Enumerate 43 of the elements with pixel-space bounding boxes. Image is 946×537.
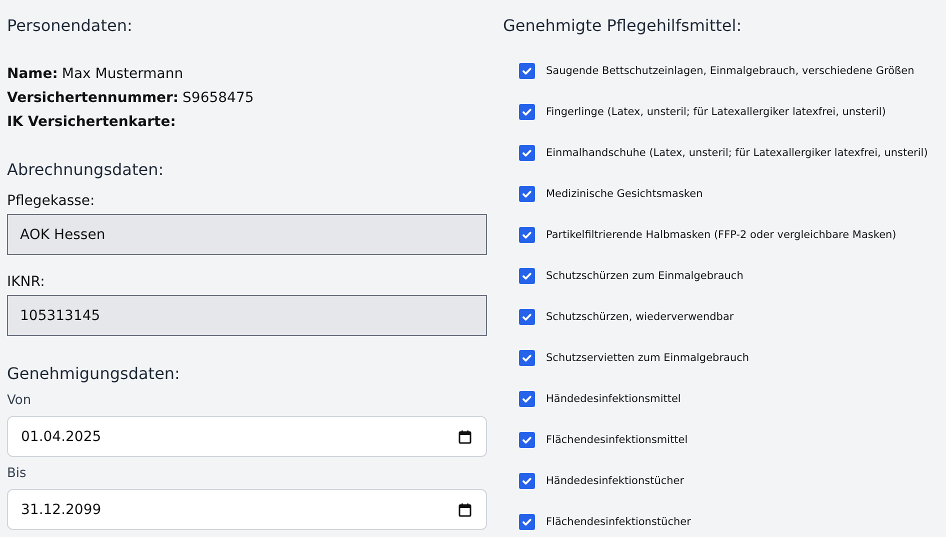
checkbox-label: Einmalhandschuhe (Latex, unsteril; für Latexallergiker latexfrei, unsteril): [546, 146, 928, 158]
field-label: Name:: [7, 66, 58, 82]
field-label: Bis: [7, 465, 26, 483]
field-label: IKNR:: [7, 273, 45, 291]
field-label: Von: [7, 392, 32, 410]
checkbox-label: Saugende Bettschutzeinlagen, Einmalgebrauch, verschiedene Größen: [546, 64, 914, 76]
checkbox[interactable]: [519, 104, 535, 120]
date-field[interactable]: 01.04.2025: [7, 416, 487, 457]
checkbox-label: Flächendesinfektionstücher: [546, 516, 691, 528]
checkbox[interactable]: [519, 308, 535, 324]
checkbox[interactable]: [519, 472, 535, 488]
field-value: S9658475: [182, 90, 254, 106]
checkbox[interactable]: [519, 186, 535, 202]
checkbox-label: Fingerlinge (Latex, unsteril; für Latexallergiker latexfrei, unsteril): [546, 106, 886, 118]
section-heading: Personendaten:: [7, 16, 132, 36]
checkbox-label: Händedesinfektionstücher: [546, 474, 684, 486]
field-label: Versichertennummer:: [7, 90, 179, 106]
checkbox-label: Schutzschürzen zum Einmalgebrauch: [546, 270, 744, 282]
checkbox[interactable]: [519, 62, 535, 78]
text-field: 105313145: [7, 295, 487, 336]
section-heading: Genehmigungsdaten:: [7, 364, 180, 384]
checkbox[interactable]: [519, 144, 535, 160]
date-field[interactable]: 31.12.2099: [7, 489, 487, 530]
checkbox[interactable]: [519, 268, 535, 284]
field-label: Pflegekasse:: [7, 192, 95, 210]
text-field: AOK Hessen: [7, 214, 487, 255]
checkbox[interactable]: [519, 514, 535, 530]
checkbox-label: Schutzschürzen, wiederverwendbar: [546, 310, 734, 322]
checkbox[interactable]: [519, 390, 535, 406]
checkbox[interactable]: [519, 350, 535, 366]
section-heading: Abrechnungsdaten:: [7, 160, 164, 180]
calendar-icon[interactable]: [458, 430, 472, 444]
field-label: IK Versichertenkarte:: [7, 114, 176, 130]
checkbox[interactable]: [519, 226, 535, 242]
section-heading: Genehmigte Pflegehilfsmittel:: [503, 16, 742, 36]
checkbox-label: Medizinische Gesichtsmasken: [546, 188, 703, 200]
checkbox-label: Flächendesinfektionsmittel: [546, 434, 688, 446]
checkbox-label: Schutzservietten zum Einmalgebrauch: [546, 352, 750, 364]
checkbox-label: Händedesinfektionsmittel: [546, 392, 681, 404]
checkbox[interactable]: [519, 432, 535, 448]
calendar-icon[interactable]: [458, 502, 472, 516]
checkbox-label: Partikelfiltrierende Halbmasken (FFP-2 oder vergleichbare Masken): [546, 228, 896, 240]
field-value: Max Mustermann: [62, 66, 184, 82]
